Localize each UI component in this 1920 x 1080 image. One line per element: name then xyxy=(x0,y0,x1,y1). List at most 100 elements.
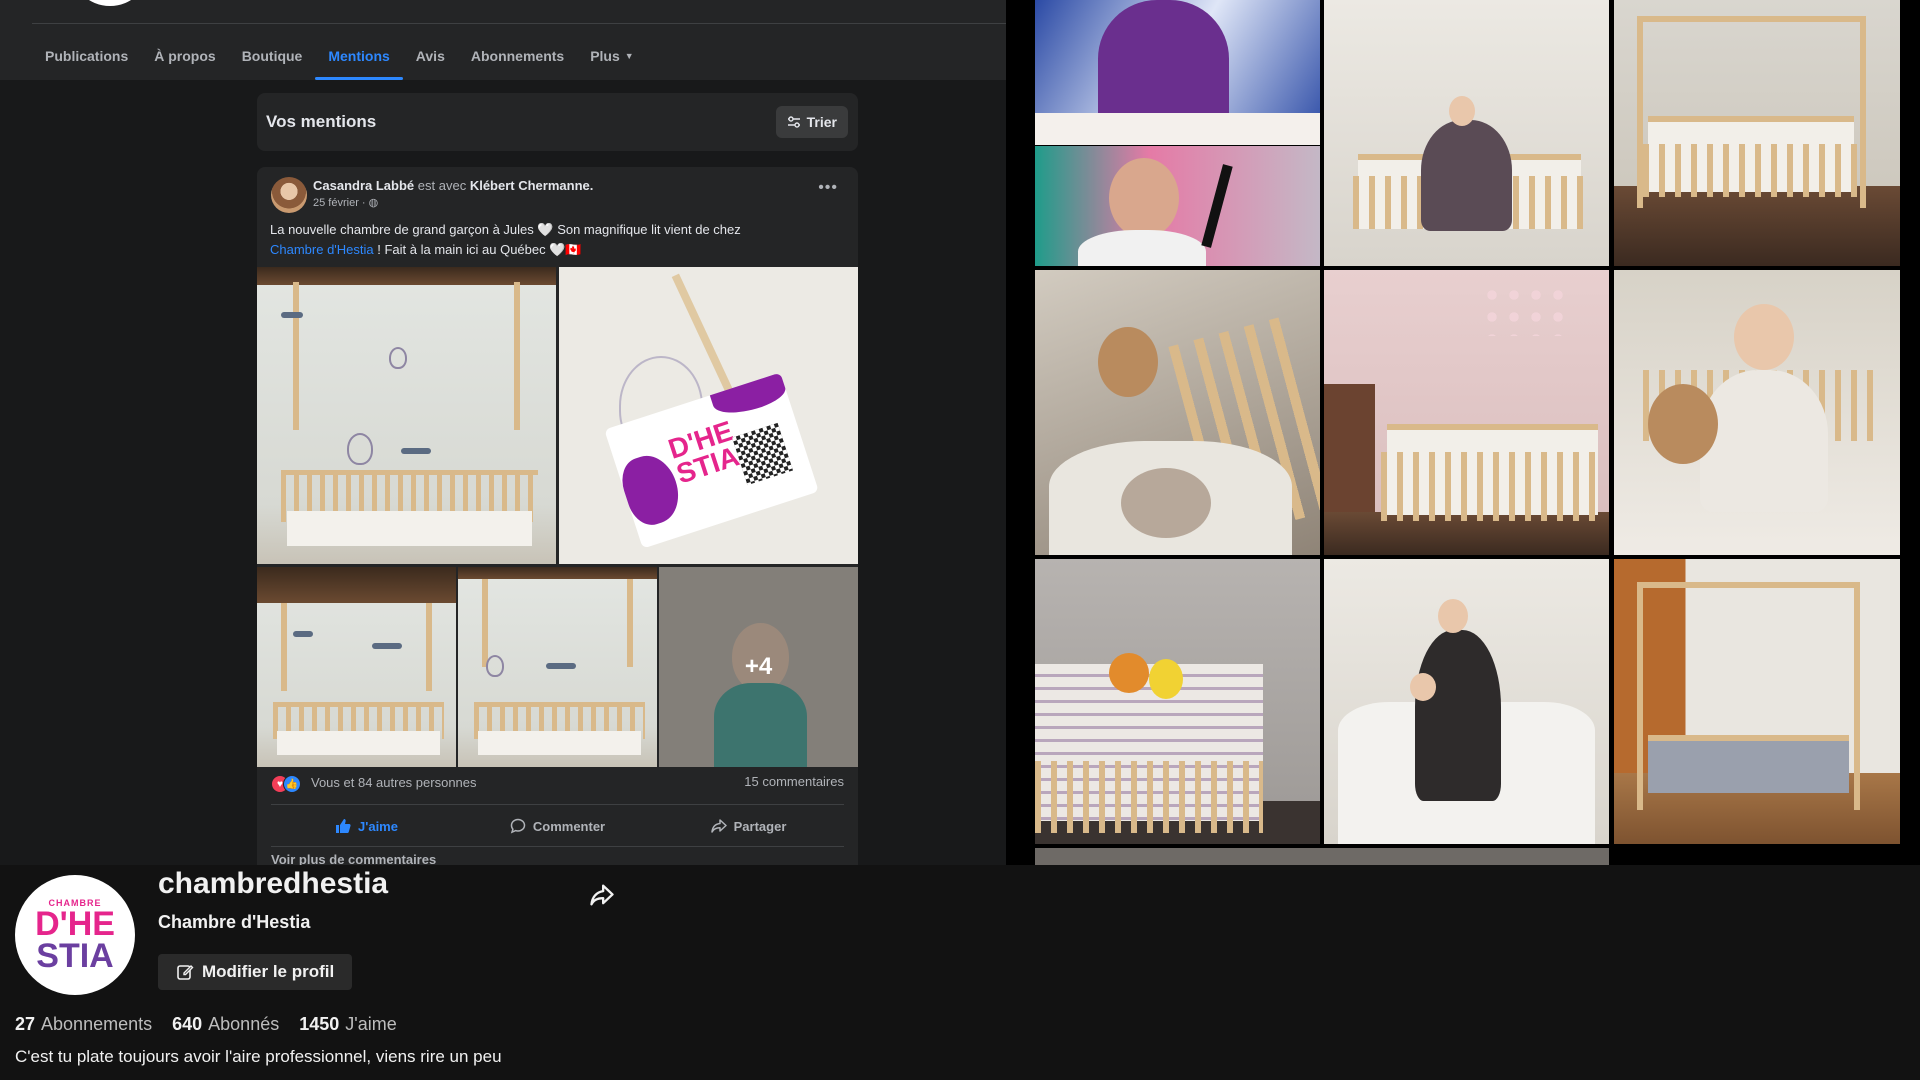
grid-tile-7[interactable] xyxy=(1614,270,1900,555)
tab-mentions[interactable]: Mentions xyxy=(315,32,404,80)
tab-about[interactable]: À propos xyxy=(141,32,228,80)
post-photo-4[interactable] xyxy=(458,567,657,767)
stat-following[interactable]: 27 Abonnements xyxy=(15,1014,152,1035)
comment-label: Commenter xyxy=(532,818,606,834)
post-author-line: Casandra Labbé est avec Klébert Chermann… xyxy=(313,178,593,193)
tab-reviews[interactable]: Avis xyxy=(403,32,458,80)
header-divider xyxy=(32,23,1006,24)
tab-label: Boutique xyxy=(241,48,303,64)
post-text: La nouvelle chambre de grand garçon à Ju… xyxy=(270,220,830,260)
profile-avatar[interactable]: CHAMBRE D'HE STIA xyxy=(15,875,135,995)
post-with-text: est avec xyxy=(417,178,467,193)
tab-label: Mentions xyxy=(328,48,390,64)
card-logo-icon: D'HE STIA xyxy=(664,415,743,490)
like-button[interactable]: J'aime xyxy=(271,808,462,844)
tab-label: À propos xyxy=(154,48,216,64)
profile-header: CHAMBRE D'HE STIA chambredhestia Chambre… xyxy=(0,865,1920,1080)
reactions-summary[interactable]: ♥ 👍 Vous et 84 autres personnes 15 comme… xyxy=(271,773,844,795)
post-date-text: 25 février · xyxy=(313,197,369,209)
post-photo-2[interactable]: D'HE STIA xyxy=(559,267,858,564)
sort-label: Trier xyxy=(806,114,837,130)
grid-tile-3[interactable] xyxy=(1324,0,1609,266)
plush-toy-icon xyxy=(1149,658,1183,699)
stat-value: 640 xyxy=(172,1014,203,1034)
more-photos-count: +4 xyxy=(744,653,773,680)
face-figure xyxy=(1109,158,1180,238)
edit-profile-button[interactable]: Modifier le profil xyxy=(158,954,353,990)
teddy-bear-icon xyxy=(1648,384,1719,464)
stat-followers[interactable]: 640 Abonnés xyxy=(172,1014,279,1035)
tab-label: Publications xyxy=(45,48,129,64)
post-tagged-name[interactable]: Klébert Chermanne. xyxy=(470,178,594,193)
thumbs-up-icon xyxy=(336,819,351,833)
reactions-text: Vous et 84 autres personnes xyxy=(311,775,477,790)
post-photo-3[interactable] xyxy=(257,567,456,767)
post-author-avatar[interactable] xyxy=(271,177,307,213)
grid-tile-5[interactable] xyxy=(1035,270,1320,555)
face-figure xyxy=(1438,598,1468,633)
grid-tile-10[interactable] xyxy=(1614,559,1900,844)
comment-bubble-icon xyxy=(510,818,526,834)
globe-icon: ◍ xyxy=(368,197,379,209)
share-button[interactable]: Partager xyxy=(653,808,844,844)
brand-logo-icon: CHAMBRE D'HE STIA xyxy=(35,898,115,975)
person-figure xyxy=(1097,0,1229,131)
stat-label: Abonnés xyxy=(208,1014,280,1034)
tab-more[interactable]: Plus ▼ xyxy=(577,32,647,80)
share-icon[interactable] xyxy=(588,881,616,909)
microphone-icon xyxy=(1200,164,1233,248)
divider xyxy=(271,804,844,805)
tab-publications[interactable]: Publications xyxy=(32,32,141,80)
stat-label: Abonnements xyxy=(41,1014,153,1034)
stat-likes: 1450 J'aime xyxy=(299,1014,397,1035)
tab-label: Abonnements xyxy=(470,48,565,64)
facebook-page-panel: Publications À propos Boutique Mentions … xyxy=(0,0,1006,865)
grid-tile-2[interactable] xyxy=(1035,146,1320,266)
tab-shop[interactable]: Boutique xyxy=(229,32,316,80)
post-photo-5[interactable]: +4 xyxy=(659,567,858,767)
profile-username: chambredhestia xyxy=(158,867,389,900)
page-tabs: Publications À propos Boutique Mentions … xyxy=(32,32,647,80)
post-more-options-icon[interactable]: ••• xyxy=(818,179,838,197)
stat-label: J'aime xyxy=(345,1014,397,1034)
baby-face-figure xyxy=(1409,673,1436,701)
view-more-comments-link[interactable]: Voir plus de commentaires xyxy=(271,852,436,865)
face-figure xyxy=(1449,95,1476,126)
profile-display-name: Chambre d'Hestia xyxy=(158,912,311,932)
grid-tile-8[interactable] xyxy=(1035,559,1320,844)
grid-tile-6[interactable] xyxy=(1324,270,1609,555)
plush-cat-icon xyxy=(1120,467,1211,538)
logo-text-line1: D'HE xyxy=(35,905,115,943)
page-header: Publications À propos Boutique Mentions … xyxy=(0,0,1006,80)
post-author-name[interactable]: Casandra Labbé xyxy=(313,178,414,193)
reaction-icons: ♥ 👍 xyxy=(271,775,305,793)
sort-button[interactable]: Trier xyxy=(775,106,848,138)
filter-sliders-icon xyxy=(787,116,800,128)
comment-button[interactable]: Commenter xyxy=(462,808,653,844)
like-label: J'aime xyxy=(358,818,398,834)
divider xyxy=(271,846,844,847)
post-text-line1: La nouvelle chambre de grand garçon à Ju… xyxy=(270,222,741,237)
post-actions: J'aime Commenter Partager xyxy=(271,808,844,844)
stat-value: 27 xyxy=(15,1014,36,1034)
caret-down-icon: ▼ xyxy=(624,51,634,61)
edit-profile-label: Modifier le profil xyxy=(202,962,335,981)
comments-count[interactable]: 15 commentaires xyxy=(744,774,844,789)
teddy-bear-icon xyxy=(1097,327,1158,397)
edit-pencil-icon xyxy=(177,965,194,980)
like-reaction-icon: 👍 xyxy=(283,775,301,793)
logo-text-line2: STIA xyxy=(36,937,114,975)
post-date[interactable]: 25 février · ◍ xyxy=(313,196,378,209)
grid-tile-1[interactable] xyxy=(1035,0,1320,145)
mention-post: Casandra Labbé est avec Klébert Chermann… xyxy=(257,167,858,865)
post-photo-1[interactable] xyxy=(257,267,556,564)
share-arrow-icon xyxy=(710,819,727,833)
post-page-link[interactable]: Chambre d'Hestia xyxy=(270,242,374,257)
share-label: Partager xyxy=(733,818,787,834)
grid-tile-4[interactable] xyxy=(1614,0,1900,266)
tab-subscriptions[interactable]: Abonnements xyxy=(458,32,577,80)
page-avatar[interactable] xyxy=(70,0,150,6)
wall-flowers-icon xyxy=(1480,284,1567,336)
grid-tile-9[interactable] xyxy=(1324,559,1609,844)
mentions-title: Vos mentions xyxy=(266,112,377,131)
